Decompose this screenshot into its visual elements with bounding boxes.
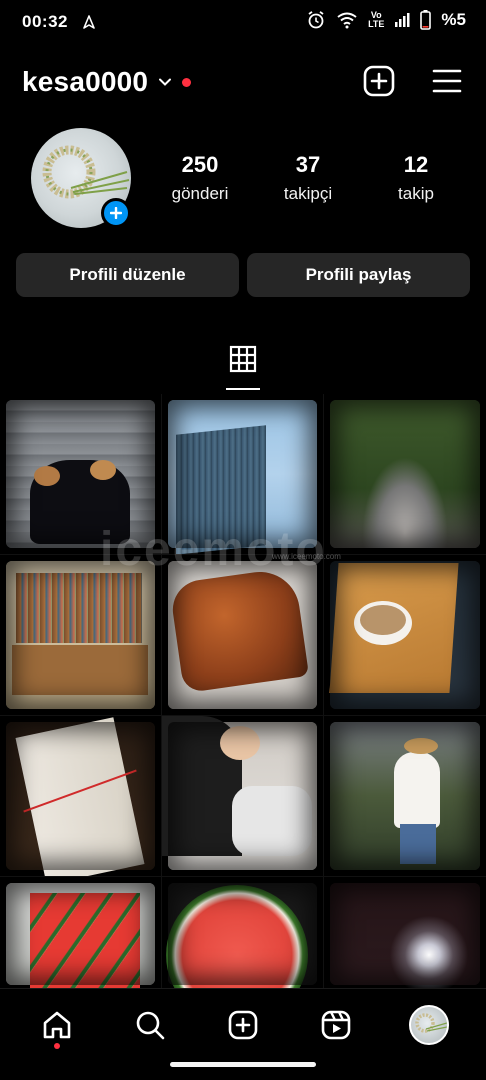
chevron-down-icon[interactable] [158, 75, 172, 89]
grid-photo[interactable] [324, 877, 486, 988]
nav-search[interactable] [126, 1001, 174, 1049]
stat-number: 37 [295, 152, 321, 177]
grid-photo[interactable] [0, 716, 161, 876]
photo-vignette [168, 400, 317, 548]
menu-button[interactable] [430, 64, 464, 98]
plus-icon [110, 207, 122, 219]
tab-grid[interactable] [227, 340, 259, 390]
photo-vignette [330, 400, 480, 548]
profile-header: kesa0000 [22, 60, 464, 104]
nav-reels[interactable] [312, 1001, 360, 1049]
status-bar: 00:32 Vo LTE %5 [0, 0, 486, 44]
grid-photo[interactable] [162, 394, 323, 554]
header-actions [362, 64, 464, 98]
active-tab-indicator [226, 388, 260, 390]
volte-bottom: LTE [368, 19, 385, 29]
stat-label: takipçi [283, 184, 333, 203]
photo-vignette [6, 400, 155, 548]
grid-photo[interactable] [0, 555, 161, 715]
home-icon [43, 1011, 70, 1039]
menu-icon [432, 69, 462, 93]
photo-vignette [6, 722, 155, 870]
stat-following[interactable]: 12 takip [376, 152, 456, 204]
edit-profile-button[interactable]: Profili düzenle [16, 253, 239, 297]
navigation-icon [83, 15, 95, 29]
photo-vignette [330, 883, 480, 985]
stat-label: gönderi [171, 184, 229, 203]
photo-vignette [330, 722, 480, 870]
battery-percent: %5 [441, 10, 466, 29]
grid-photo[interactable] [324, 555, 486, 715]
grid-photo[interactable] [162, 716, 323, 876]
stat-number: 12 [403, 152, 429, 177]
notification-dot [182, 77, 192, 87]
search-icon [136, 1011, 165, 1040]
username[interactable]: kesa0000 [22, 66, 148, 98]
grid-photo[interactable] [0, 394, 161, 554]
profile-stats: 250 gönderi 37 takipçi 12 takip [160, 152, 456, 204]
photo-vignette [6, 561, 155, 709]
new-post-button[interactable] [362, 64, 396, 98]
photo-vignette [168, 561, 317, 709]
volte-indicator: Vo LTE [368, 11, 384, 29]
photo-vignette [168, 883, 317, 985]
reels-icon [321, 1010, 351, 1040]
photo-vignette [168, 722, 317, 870]
alarm-icon [308, 11, 324, 29]
profile-actions: Profili düzenle Profili paylaş [16, 253, 470, 297]
nav-items [0, 1001, 486, 1049]
stat-label: takip [398, 184, 434, 203]
nav-profile[interactable] [405, 1001, 453, 1049]
stat-followers[interactable]: 37 takipçi [268, 152, 348, 204]
stat-number: 250 [181, 152, 219, 177]
photo-grid [0, 394, 486, 988]
signal-icon [395, 13, 410, 27]
nav-create[interactable] [219, 1001, 267, 1049]
new-post-icon [363, 65, 395, 97]
battery-icon [420, 10, 432, 30]
photo-vignette [6, 883, 155, 985]
profile-avatar [409, 1005, 450, 1045]
status-icons: Vo LTE %5 [306, 10, 466, 30]
nav-home[interactable] [33, 1001, 81, 1049]
status-time: 00:32 [22, 12, 68, 31]
photo-vignette [330, 561, 480, 709]
add-story-button[interactable] [101, 198, 131, 228]
grid-photo[interactable] [162, 877, 323, 988]
avatar-wreath-image [415, 1013, 448, 1033]
grid-photo[interactable] [324, 716, 486, 876]
profile-avatar[interactable] [31, 128, 131, 228]
grid-photo[interactable] [162, 555, 323, 715]
stat-posts[interactable]: 250 gönderi [160, 152, 240, 204]
grid-photo[interactable] [0, 877, 161, 988]
content-tabs [0, 340, 486, 392]
home-indicator[interactable] [170, 1062, 316, 1067]
share-profile-button[interactable]: Profili paylaş [247, 253, 470, 297]
notification-dot [53, 1043, 60, 1049]
grid-icon [229, 345, 257, 373]
wifi-icon [337, 12, 357, 29]
create-icon [228, 1010, 258, 1040]
grid-photo[interactable] [324, 394, 486, 554]
